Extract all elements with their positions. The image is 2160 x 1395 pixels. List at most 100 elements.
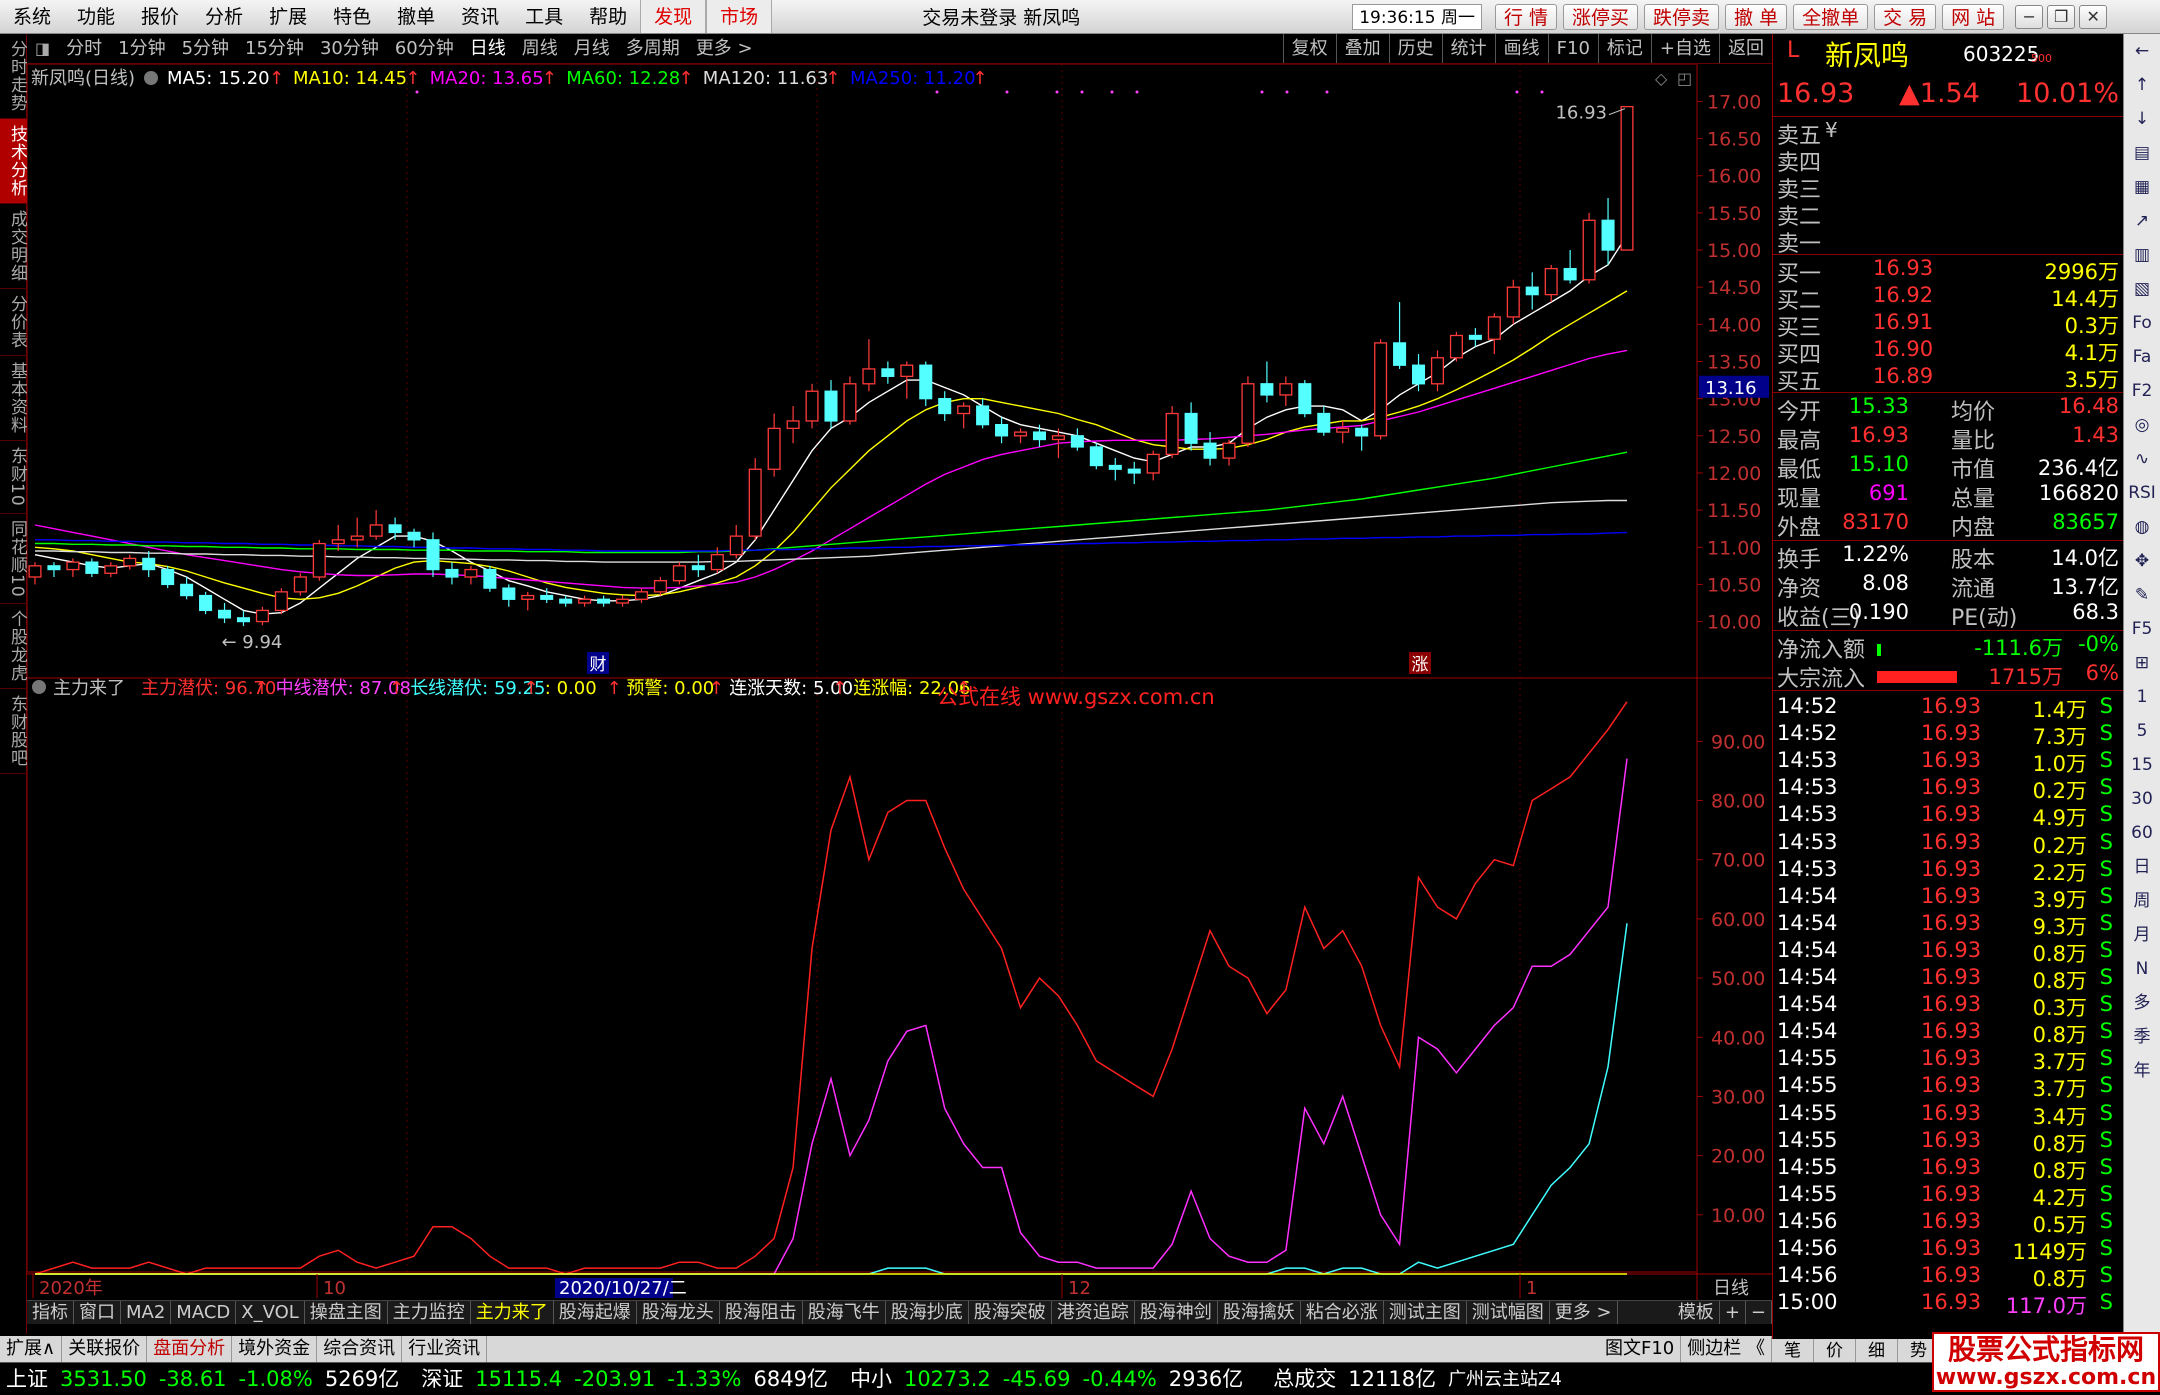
side-tool-icon-5[interactable]: ↗ (2127, 204, 2157, 238)
left-tab-2[interactable]: 成交明细 (0, 204, 27, 289)
menu-item-7[interactable]: 资讯 (448, 0, 512, 33)
side-tool-icon-9[interactable]: Fa (2127, 340, 2157, 374)
trade-button-6[interactable]: 网 站 (1942, 3, 2005, 30)
trade-button-4[interactable]: 全撤单 (1793, 3, 1869, 30)
period-tab-10[interactable]: 更多 > (688, 34, 761, 63)
info-tab-1[interactable]: 关联报价 (62, 1336, 148, 1362)
chart-tool-4[interactable]: 画线 (1494, 34, 1548, 63)
trade-button-2[interactable]: 跌停卖 (1644, 3, 1720, 30)
info-tab-2[interactable]: 盘面分析 (147, 1336, 233, 1362)
side-tool-icon-14[interactable]: ◍ (2127, 510, 2157, 544)
side-tool-icon-2[interactable]: ↓ (2127, 102, 2157, 136)
info-tab-3[interactable]: 境外资金 (232, 1336, 318, 1362)
period-tab-6[interactable]: 日线 (462, 34, 514, 63)
indicator-control-0[interactable]: 模板 (1673, 1301, 1720, 1324)
period-tab-0[interactable]: 分时 (58, 34, 110, 63)
indicator-tab-8[interactable]: 股海起爆 (554, 1301, 637, 1324)
left-tab-5[interactable]: 东财10 (0, 441, 27, 514)
period-tab-8[interactable]: 月线 (566, 34, 618, 63)
side-tool-icon-18[interactable]: ⊞ (2127, 646, 2157, 680)
side-tool-icon-8[interactable]: Fo (2127, 306, 2157, 340)
indicator-tab-6[interactable]: 主力监控 (388, 1301, 471, 1324)
chart-tool-0[interactable]: 复权 (1282, 34, 1336, 63)
side-tool-icon-29[interactable]: 季 (2127, 1020, 2157, 1054)
left-tab-7[interactable]: 个股龙虎 (0, 604, 27, 690)
side-tool-icon-16[interactable]: ✎ (2127, 578, 2157, 612)
legend-toggle-icon[interactable] (144, 71, 158, 85)
left-tab-3[interactable]: 分价表 (0, 289, 27, 356)
menu-item-5[interactable]: 特色 (320, 0, 384, 33)
side-tool-icon-26[interactable]: 月 (2127, 918, 2157, 952)
indicator-tab-17[interactable]: 粘合必涨 (1301, 1301, 1384, 1324)
sidebar-button[interactable]: 侧边栏 《 (1681, 1336, 1772, 1362)
side-tool-icon-13[interactable]: RSI (2127, 476, 2157, 510)
trade-button-5[interactable]: 交 易 (1874, 3, 1937, 30)
side-tool-icon-6[interactable]: ▥ (2127, 238, 2157, 272)
chart-tool-6[interactable]: 标记 (1597, 34, 1651, 63)
indicator-toggle-icon[interactable] (32, 680, 46, 694)
side-tool-icon-22[interactable]: 30 (2127, 782, 2157, 816)
side-tool-icon-12[interactable]: ∿ (2127, 442, 2157, 476)
menu-item-3[interactable]: 分析 (192, 0, 256, 33)
side-tool-icon-23[interactable]: 60 (2127, 816, 2157, 850)
trade-button-0[interactable]: 行 情 (1494, 3, 1557, 30)
menu-item-1[interactable]: 功能 (64, 0, 128, 33)
side-tool-icon-24[interactable]: 日 (2127, 850, 2157, 884)
period-tab-9[interactable]: 多周期 (618, 34, 688, 63)
chart-tool-8[interactable]: 返回 (1719, 34, 1772, 63)
panel-toggle-icon[interactable]: ◨ (27, 39, 58, 58)
period-tab-7[interactable]: 周线 (514, 34, 566, 63)
menu-item-8[interactable]: 工具 (512, 0, 576, 33)
side-tool-icon-15[interactable]: ✥ (2127, 544, 2157, 578)
period-tab-4[interactable]: 30分钟 (312, 34, 387, 63)
side-tool-icon-17[interactable]: F5 (2127, 612, 2157, 646)
side-tool-icon-19[interactable]: 1 (2127, 680, 2157, 714)
side-tool-icon-28[interactable]: 多 (2127, 986, 2157, 1020)
indicator-tab-2[interactable]: MA2 (121, 1301, 172, 1324)
indicator-tab-10[interactable]: 股海阻击 (720, 1301, 803, 1324)
indicator-tab-11[interactable]: 股海飞牛 (803, 1301, 886, 1324)
side-tool-icon-30[interactable]: 年 (2127, 1054, 2157, 1088)
period-tab-2[interactable]: 5分钟 (174, 34, 237, 63)
indicator-tab-9[interactable]: 股海龙头 (637, 1301, 720, 1324)
indicator-tab-15[interactable]: 股海神剑 (1135, 1301, 1218, 1324)
indicator-tab-3[interactable]: MACD (171, 1301, 237, 1324)
menu-hot-item-1[interactable]: 市场 (706, 0, 773, 33)
indicator-tab-18[interactable]: 测试主图 (1384, 1301, 1467, 1324)
chart-tool-3[interactable]: 统计 (1441, 34, 1495, 63)
side-tool-icon-4[interactable]: ▦ (2127, 170, 2157, 204)
chart-area[interactable]: 17.00 16.50 16.00 15.50 15.00 14.50 14.00 13.50… (27, 64, 1772, 1300)
left-tab-8[interactable]: 东财股吧 (0, 689, 27, 775)
side-tool-icon-27[interactable]: N (2127, 952, 2157, 986)
info-tab-0[interactable]: 扩展∧ (0, 1336, 63, 1362)
indicator-tab-14[interactable]: 港资追踪 (1052, 1301, 1135, 1324)
indicator-tab-1[interactable]: 窗口 (74, 1301, 121, 1324)
side-tool-icon-11[interactable]: ◎ (2127, 408, 2157, 442)
left-tab-6[interactable]: 同花顺10 (0, 514, 27, 605)
left-tab-4[interactable]: 基本资料 (0, 356, 27, 441)
indicator-tab-5[interactable]: 操盘主图 (305, 1301, 388, 1324)
left-tab-0[interactable]: 分时走势 (0, 34, 27, 119)
indicator-control-1[interactable]: + (1720, 1301, 1746, 1324)
trade-button-3[interactable]: 撤 单 (1725, 3, 1788, 30)
side-tool-icon-10[interactable]: F2 (2127, 374, 2157, 408)
indicator-tab-20[interactable]: 更多 > (1550, 1301, 1618, 1324)
menu-item-6[interactable]: 撤单 (384, 0, 448, 33)
side-tool-icon-20[interactable]: 5 (2127, 714, 2157, 748)
indicator-tab-13[interactable]: 股海突破 (969, 1301, 1052, 1324)
menu-hot-item-0[interactable]: 发现 (640, 0, 707, 33)
indicator-control-2[interactable]: − (1746, 1301, 1772, 1324)
chart-tool-7[interactable]: +自选 (1650, 34, 1719, 63)
side-tool-icon-3[interactable]: ▤ (2127, 136, 2157, 170)
period-tab-3[interactable]: 15分钟 (237, 34, 312, 63)
restore-button[interactable]: ❐ (2047, 4, 2076, 29)
indicator-tab-16[interactable]: 股海擒妖 (1218, 1301, 1301, 1324)
side-tool-icon-7[interactable]: ▧ (2127, 272, 2157, 306)
quote-tab-2[interactable]: 细 (1856, 1339, 1898, 1363)
indicator-tab-12[interactable]: 股海抄底 (886, 1301, 969, 1324)
chart-tool-1[interactable]: 叠加 (1335, 34, 1389, 63)
period-tab-5[interactable]: 60分钟 (387, 34, 462, 63)
info-tab-4[interactable]: 综合资讯 (317, 1336, 403, 1362)
side-tool-icon-21[interactable]: 15 (2127, 748, 2157, 782)
quote-tab-1[interactable]: 价 (1814, 1339, 1856, 1363)
